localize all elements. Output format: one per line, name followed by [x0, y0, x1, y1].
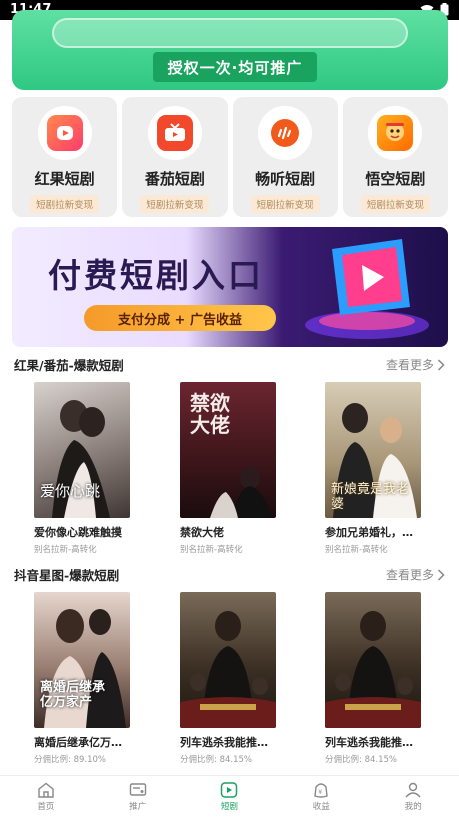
app-entry-grid: 红果短剧 短剧拉新变现 番茄短剧 短剧拉新变现 畅听短剧 短剧拉新变现 悟空短剧… [12, 97, 448, 217]
tab-drama[interactable]: 短剧 [184, 776, 276, 817]
drama-poster: 禁欲大佬 [180, 382, 276, 518]
tab-promote[interactable]: 推广 [92, 776, 184, 817]
svg-text:¥: ¥ [318, 789, 322, 796]
see-more-label: 查看更多 [385, 358, 434, 372]
tab-label: 首页 [37, 802, 55, 812]
drama-title: 离婚后继承亿万家... [34, 736, 130, 749]
tab-home[interactable]: 首页 [0, 776, 92, 817]
tab-label: 收益 [312, 802, 330, 812]
poster-title-text: 爱你心跳 [40, 482, 101, 500]
app-icon-wrap [368, 106, 423, 160]
drama-title: 参加兄弟婚礼，新... [325, 526, 421, 539]
drama-poster [325, 592, 421, 728]
drama-row-2: 离婚后继承亿万家产 离婚后继承亿万家... 分佣比例: 89.10% 列车逃杀我… [0, 592, 459, 772]
banner-play-logo-art [305, 239, 429, 339]
app-card-wukong[interactable]: 悟空短剧 短剧拉新变现 [342, 97, 448, 217]
promote-icon [129, 783, 146, 796]
play-icon [221, 782, 238, 798]
drama-title: 列车逃杀我能推演... [325, 736, 421, 749]
drama-poster: 离婚后继承亿万家产 [34, 592, 130, 728]
drama-subtitle: 分佣比例: 89.10% [34, 755, 106, 765]
drama-subtitle: 分佣比例: 84.15% [180, 755, 252, 765]
tab-label: 短剧 [220, 802, 238, 812]
section-header-hot-hongguo: 红果/番茄-爆款短剧 查看更多 [14, 355, 445, 373]
changting-app-icon [267, 115, 304, 151]
drama-card[interactable]: 列车逃杀我能推演... 分佣比例: 84.15% [325, 592, 445, 765]
drama-subtitle: 别名拉新-高转化 [325, 545, 388, 555]
drama-poster: 新娘竟是我老婆 [325, 382, 421, 518]
earnings-icon: ¥ [314, 783, 329, 798]
drama-card[interactable]: 新娘竟是我老婆 参加兄弟婚礼，新... 别名拉新-高转化 [325, 382, 445, 555]
section-title: 抖音星图-爆款短剧 [14, 568, 120, 583]
chevron-right-icon [437, 568, 445, 581]
drama-subtitle: 别名拉新-高转化 [34, 545, 97, 555]
drama-card[interactable]: 离婚后继承亿万家产 离婚后继承亿万家... 分佣比例: 89.10% [34, 592, 154, 765]
app-name: 红果短剧 [34, 170, 95, 188]
wukong-app-icon [377, 115, 414, 151]
app-card-hongguo[interactable]: 红果短剧 短剧拉新变现 [12, 97, 118, 217]
drama-row-1: 爱你心跳 爱你像心跳难触摸 别名拉新-高转化 禁欲大佬 禁欲大佬 别名拉新-高转… [0, 382, 459, 562]
banner-title: 付费短剧入口 [48, 256, 264, 295]
poster-title-text: 离婚后继承亿万家产 [40, 680, 106, 710]
app-card-fanqie[interactable]: 番茄短剧 短剧拉新变现 [122, 97, 228, 217]
drama-card[interactable]: 爱你心跳 爱你像心跳难触摸 别名拉新-高转化 [34, 382, 154, 555]
app-tag: 短剧拉新变现 [360, 195, 430, 213]
app-name: 番茄短剧 [144, 170, 205, 188]
tab-earnings[interactable]: ¥ 收益 [275, 776, 367, 817]
profile-icon [405, 782, 421, 798]
home-icon [38, 782, 54, 798]
paid-drama-banner[interactable]: 付费短剧入口 支付分成 + 广告收益 [12, 227, 448, 347]
fanqie-app-icon [156, 115, 193, 151]
drama-card[interactable]: 禁欲大佬 禁欲大佬 别名拉新-高转化 [180, 382, 300, 555]
app-icon-wrap [258, 106, 313, 160]
section-header-hot-douyin: 抖音星图-爆款短剧 查看更多 [14, 565, 445, 583]
app-name: 悟空短剧 [365, 170, 426, 188]
drama-poster [180, 592, 276, 728]
see-more-link[interactable]: 查看更多 [386, 356, 445, 373]
tab-profile[interactable]: 我的 [367, 776, 459, 817]
drama-subtitle: 别名拉新-高转化 [180, 545, 243, 555]
app-card-changting[interactable]: 畅听短剧 短剧拉新变现 [232, 97, 338, 217]
hongguo-app-icon [46, 115, 83, 151]
hero-pill: 授权一次·均可推广 [153, 52, 317, 82]
poster-title-text: 禁欲大佬 [190, 391, 230, 437]
drama-title: 禁欲大佬 [180, 526, 224, 539]
drama-title: 爱你像心跳难触摸 [34, 526, 122, 539]
promo-hero-banner[interactable]: 授权一次·均可推广 [12, 10, 448, 90]
drama-title: 列车逃杀我能推演... [180, 736, 276, 749]
drama-subtitle: 分佣比例: 84.15% [325, 755, 397, 765]
see-more-label: 查看更多 [385, 568, 434, 582]
chevron-right-icon [437, 358, 445, 371]
see-more-link[interactable]: 查看更多 [386, 566, 445, 583]
drama-poster: 爱你心跳 [34, 382, 130, 518]
app-name: 畅听短剧 [255, 170, 316, 188]
poster-art [180, 611, 276, 728]
drama-card[interactable]: 列车逃杀我能推演... 分佣比例: 84.15% [180, 592, 300, 765]
banner-tagline: 支付分成 + 广告收益 [84, 305, 276, 331]
poster-title-text: 新娘竟是我老婆 [331, 482, 410, 512]
bottom-tab-bar: 首页 推广 短剧 ¥ 收益 我的 [0, 775, 459, 817]
tab-label: 我的 [404, 802, 422, 812]
app-tag: 短剧拉新变现 [30, 195, 100, 213]
app-icon-wrap [147, 106, 202, 160]
app-icon-wrap [37, 106, 92, 160]
section-title: 红果/番茄-爆款短剧 [14, 358, 124, 373]
tab-label: 推广 [129, 802, 147, 812]
poster-art [325, 611, 421, 728]
hero-decoration [52, 18, 408, 48]
app-tag: 短剧拉新变现 [140, 195, 210, 213]
app-tag: 短剧拉新变现 [250, 195, 320, 213]
